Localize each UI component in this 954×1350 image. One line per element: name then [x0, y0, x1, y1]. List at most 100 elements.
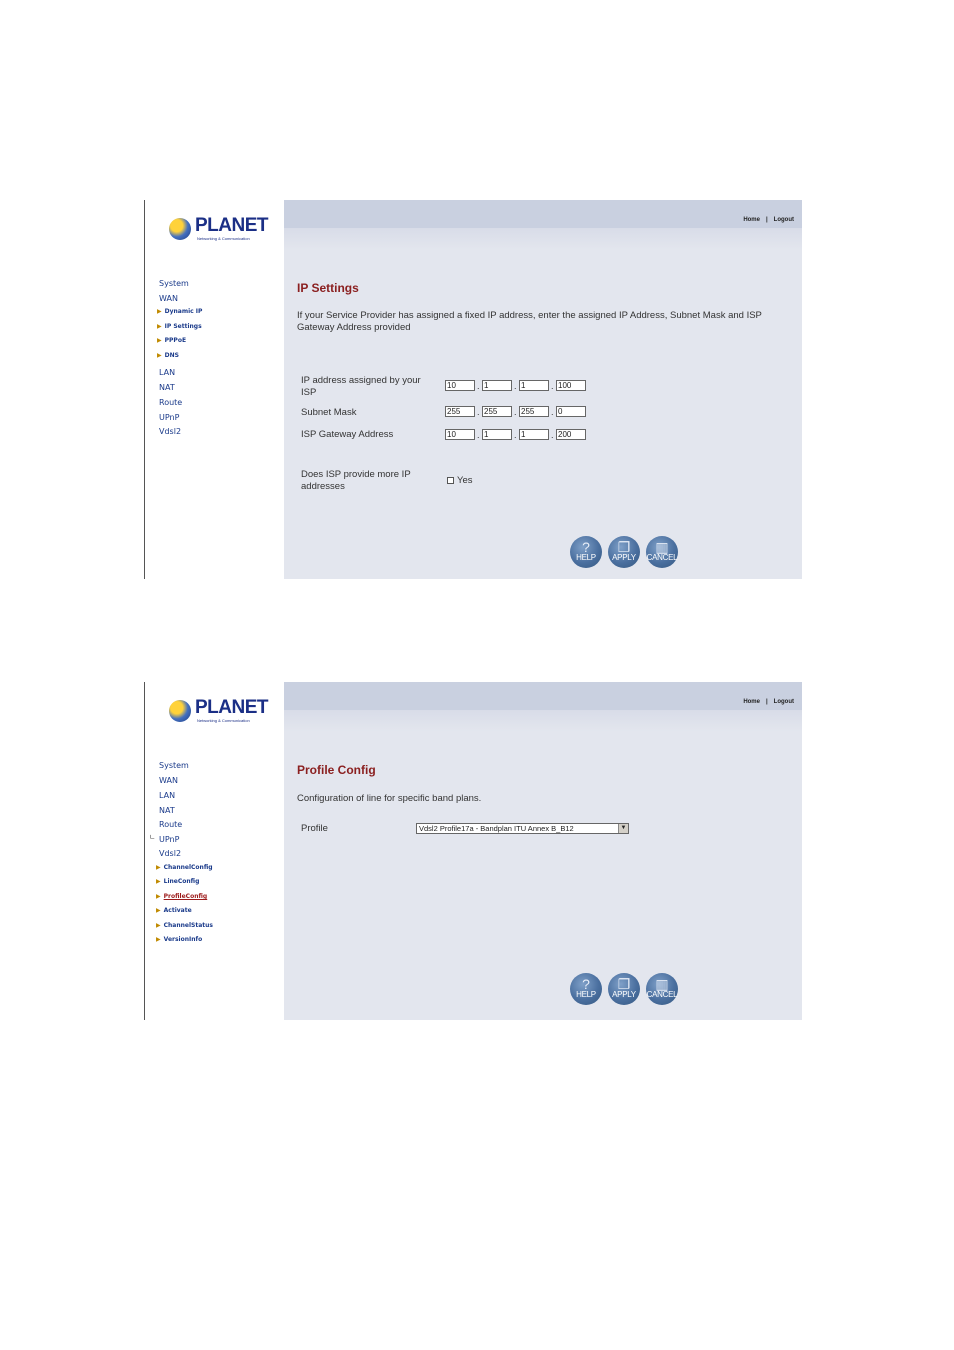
profile-select[interactable]: Vdsl2 Profile17a - Bandplan ITU Annex B_…: [416, 823, 629, 834]
home-link[interactable]: Home: [743, 217, 760, 223]
gateway-octet-1[interactable]: [445, 429, 475, 440]
arrow-right-icon: ▶: [156, 922, 161, 929]
octet-dot: .: [514, 407, 517, 417]
octet-dot: .: [551, 407, 554, 417]
apply-button[interactable]: ❐ APPLY: [608, 536, 640, 568]
nav-item-lan[interactable]: LAN: [159, 368, 175, 377]
octet-dot: .: [477, 381, 480, 391]
arrow-right-icon: ▶: [156, 893, 161, 900]
nav-item-wan[interactable]: WAN: [159, 294, 178, 303]
octet-dot: .: [514, 430, 517, 440]
header-fade: [284, 710, 802, 732]
top-bar: Home | Logout: [284, 200, 802, 228]
mask-octet-2[interactable]: [482, 406, 512, 417]
nav-item-system[interactable]: System: [159, 761, 189, 770]
profile-config-screenshot: PLANET Networking & Communication ㄴ Syst…: [144, 682, 802, 1020]
nav-item-route[interactable]: Route: [159, 398, 182, 407]
logo-tagline: Networking & Communication: [197, 236, 250, 241]
arrow-right-icon: ▶: [157, 308, 162, 315]
mask-octet-3[interactable]: [519, 406, 549, 417]
gateway-label: ISP Gateway Address: [301, 429, 394, 440]
gateway-octet-4[interactable]: [556, 429, 586, 440]
nav-item-vdsl2[interactable]: Vdsl2: [159, 427, 181, 436]
logo-tagline: Networking & Communication: [197, 718, 250, 723]
nav-sub-dns[interactable]: ▶ DNS: [157, 352, 179, 359]
arrow-right-icon: ▶: [156, 878, 161, 885]
arrow-right-icon: ▶: [156, 907, 161, 914]
logo-text: PLANET: [195, 215, 269, 236]
planet-logo: PLANET Networking & Communication: [169, 697, 269, 724]
ip-settings-screenshot: PLANET Networking & Communication System…: [144, 200, 802, 579]
profile-select-value: Vdsl2 Profile17a - Bandplan ITU Annex B_…: [419, 824, 574, 833]
arrow-right-icon: ▶: [157, 337, 162, 344]
profile-label: Profile: [301, 823, 328, 834]
nav-sub-activate[interactable]: ▶ Activate: [156, 907, 192, 914]
octet-dot: .: [477, 407, 480, 417]
separator: |: [765, 699, 768, 705]
nav-sub-profileconfig[interactable]: ▶ ProfileConfig: [156, 893, 207, 900]
ip-octet-1[interactable]: [445, 380, 475, 391]
planet-logo: PLANET Networking & Communication: [169, 215, 269, 242]
planet-globe-icon: [169, 218, 191, 240]
main-panel: Home | Logout Profile Config Configuration…: [284, 682, 802, 1020]
nav-sub-lineconfig[interactable]: ▶ LineConfig: [156, 878, 199, 885]
nav-item-lan[interactable]: LAN: [159, 791, 175, 800]
arrow-right-icon: ▶: [157, 352, 162, 359]
separator: |: [765, 217, 768, 223]
arrow-right-icon: ▶: [156, 864, 161, 871]
main-panel: Home | Logout IP Settings If your Service …: [284, 200, 802, 579]
ip-octet-4[interactable]: [556, 380, 586, 391]
nav-item-nat[interactable]: NAT: [159, 383, 175, 392]
collapse-marker: ㄴ: [149, 834, 156, 841]
gateway-octet-3[interactable]: [519, 429, 549, 440]
nav-sub-channelstatus[interactable]: ▶ ChannelStatus: [156, 922, 213, 929]
header-fade: [284, 228, 802, 250]
arrow-right-icon: ▶: [156, 936, 161, 943]
apply-button[interactable]: ❐ APPLY: [608, 973, 640, 1005]
nav-item-nat[interactable]: NAT: [159, 806, 175, 815]
top-links: Home | Logout: [743, 699, 794, 705]
nav-sub-pppoe[interactable]: ▶ PPPoE: [157, 337, 186, 344]
nav-sub-versioninfo[interactable]: ▶ VersionInfo: [156, 936, 202, 943]
home-link[interactable]: Home: [743, 699, 760, 705]
logo-text: PLANET: [195, 697, 269, 718]
page-description: Configuration of line for specific band …: [297, 793, 482, 804]
page-description: If your Service Provider has assigned a …: [297, 310, 762, 333]
mask-octet-4[interactable]: [556, 406, 586, 417]
nav-sub-dynamic-ip[interactable]: ▶ Dynamic IP: [157, 308, 202, 315]
octet-dot: .: [477, 430, 480, 440]
page-title: Profile Config: [297, 763, 376, 777]
cancel-button[interactable]: ▥ CANCEL: [646, 973, 678, 1005]
nav-sub-channelconfig[interactable]: ▶ ChannelConfig: [156, 864, 213, 871]
arrow-right-icon: ▶: [157, 323, 162, 330]
octet-dot: .: [514, 381, 517, 391]
help-button[interactable]: ? HELP: [570, 973, 602, 1005]
subnet-mask-label: Subnet Mask: [301, 407, 357, 418]
nav-item-vdsl2[interactable]: Vdsl2: [159, 849, 181, 858]
more-ip-label: Does ISP provide more IP addresses: [301, 469, 411, 492]
help-button[interactable]: ? HELP: [570, 536, 602, 568]
ip-octet-2[interactable]: [482, 380, 512, 391]
nav-item-system[interactable]: System: [159, 279, 189, 288]
nav-sub-ip-settings[interactable]: ▶ IP Settings: [157, 323, 202, 330]
ip-address-label: IP address assigned by your ISP: [301, 375, 421, 398]
chevron-down-icon: ▼: [618, 824, 628, 833]
nav-item-upnp[interactable]: UPnP: [159, 835, 179, 844]
octet-dot: .: [551, 430, 554, 440]
ip-octet-3[interactable]: [519, 380, 549, 391]
nav-item-wan[interactable]: WAN: [159, 776, 178, 785]
cancel-button[interactable]: ▥ CANCEL: [646, 536, 678, 568]
planet-globe-icon: [169, 700, 191, 722]
top-links: Home | Logout: [743, 217, 794, 223]
octet-dot: .: [551, 381, 554, 391]
sidebar: PLANET Networking & Communication ㄴ Syst…: [144, 682, 285, 1020]
logout-link[interactable]: Logout: [774, 699, 794, 705]
gateway-octet-2[interactable]: [482, 429, 512, 440]
more-ip-checkbox[interactable]: [447, 477, 454, 484]
sidebar: PLANET Networking & Communication System…: [144, 200, 285, 579]
nav-item-upnp[interactable]: UPnP: [159, 413, 179, 422]
nav-item-route[interactable]: Route: [159, 820, 182, 829]
logout-link[interactable]: Logout: [774, 217, 794, 223]
top-bar: Home | Logout: [284, 682, 802, 710]
mask-octet-1[interactable]: [445, 406, 475, 417]
